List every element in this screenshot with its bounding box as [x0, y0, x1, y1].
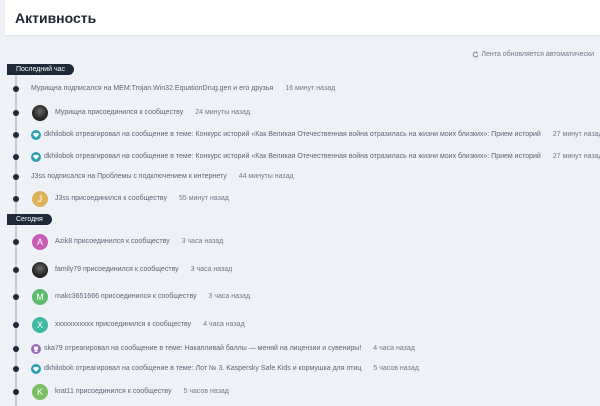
activity-line: ska79 отреагировал на сообщение в теме: …: [44, 344, 415, 354]
activity-text[interactable]: Azik8 присоединился к сообществу: [55, 238, 170, 245]
activity-item: Мурищна присоединился к сообществу 24 мин…: [0, 104, 600, 122]
activity-item: Mmakc3651666 присоединился к сообществу 3…: [0, 288, 600, 306]
timeline-dot: [13, 294, 19, 300]
activity-time: 5 часов назад: [373, 365, 419, 372]
activity-text[interactable]: J3ss присоединился к сообществу: [55, 195, 167, 202]
timeline-dot: [13, 322, 19, 328]
heart-reaction-icon: [31, 364, 41, 374]
timeline-dot: [13, 196, 19, 202]
activity-time: 3 часа назад: [190, 266, 233, 273]
activity-line: Мурищна подписался на MEM:Trojan.Win32.E…: [31, 84, 335, 94]
activity-line: J3ss присоединился к сообществу 55 минут …: [55, 194, 229, 204]
activity-item: family79 присоединился к сообществу 3 час…: [0, 261, 600, 279]
activity-item: A Azik8 присоединился к сообществу 3 часа …: [0, 233, 600, 251]
activity-text[interactable]: makc3651666 присоединился к сообществу: [55, 293, 197, 300]
activity-time: 55 минут назад: [178, 195, 229, 202]
activity-item: dkhilobok отреагировал на сообщение в те…: [0, 126, 600, 144]
activity-line: dkhilobok отреагировал на сообщение в те…: [44, 364, 419, 374]
auto-refresh-notice: Лента обновляется автоматически: [472, 51, 594, 58]
activity-time: 44 минуты назад: [238, 173, 294, 180]
activity-text[interactable]: family79 присоединился к сообществу: [55, 266, 179, 273]
page-header: Активность: [5, 0, 600, 36]
avatar[interactable]: K: [32, 384, 48, 400]
activity-time: 16 минут назад: [285, 85, 336, 92]
activity-line: dkhilobok отреагировал на сообщение в те…: [44, 130, 600, 140]
activity-line: Azik8 присоединился к сообществу 3 часа н…: [55, 237, 223, 247]
activity-time: 3 часа назад: [208, 293, 251, 300]
timeline-dot: [13, 366, 19, 372]
activity-item: dkhilobok отреагировал на сообщение в те…: [0, 360, 600, 378]
timeline-dot: [13, 239, 19, 245]
timeline-dot: [13, 389, 19, 395]
activity-time: 27 минут назад: [552, 153, 600, 160]
activity-item: J J3ss присоединился к сообществу 55 минут…: [0, 190, 600, 208]
timeline-dot: [13, 110, 19, 116]
activity-line: xxxxxxxxxxx присоединился к сообществу 4 …: [55, 320, 245, 330]
avatar[interactable]: X: [32, 317, 48, 333]
refresh-icon: [473, 51, 479, 58]
avatar[interactable]: M: [32, 289, 48, 305]
page-title: Активность: [15, 10, 97, 26]
activity-item: ska79 отреагировал на сообщение в теме: …: [0, 340, 600, 358]
activity-item: Kkrat11 присоединился к сообществу 5 часо…: [0, 383, 600, 401]
timeline-dot: [13, 346, 19, 352]
avatar[interactable]: A: [32, 234, 48, 250]
activity-text[interactable]: dkhilobok отреагировал на сообщение в те…: [44, 365, 361, 372]
timeline-dot: [13, 86, 19, 92]
activity-line: dkhilobok отреагировал на сообщение в те…: [44, 152, 600, 162]
timeline-dot: [13, 267, 19, 273]
timeline-dot: [13, 174, 19, 180]
activity-line: family79 присоединился к сообществу 3 час…: [55, 265, 232, 275]
activity-text[interactable]: Мурищна присоединился к сообществу: [55, 109, 183, 116]
activity-text[interactable]: ska79 отреагировал на сообщение в теме: …: [44, 345, 361, 352]
timeline-dot: [13, 132, 19, 138]
activity-line: J3ss подписался на Проблемы с подключени…: [31, 172, 294, 182]
activity-line: Мурищна присоединился к сообществу 24 мин…: [55, 108, 250, 118]
activity-line: krat11 присоединился к сообществу 5 часов…: [55, 387, 229, 397]
activity-item: J3ss подписался на Проблемы с подключени…: [0, 168, 600, 186]
heart-reaction-icon: [31, 152, 41, 162]
activity-time: 3 часа назад: [181, 238, 224, 245]
activity-text[interactable]: xxxxxxxxxxx присоединился к сообществу: [55, 321, 191, 328]
avatar[interactable]: [32, 105, 48, 121]
activity-item: Xxxxxxxxxxxx присоединился к сообществу 4…: [0, 316, 600, 334]
activity-time: 24 минуты назад: [195, 109, 251, 116]
avatar[interactable]: [32, 262, 48, 278]
section-label-today: Сегодня: [7, 214, 52, 225]
activity-time: 4 часа назад: [373, 345, 415, 352]
activity-text[interactable]: J3ss подписался на Проблемы с подключени…: [31, 173, 227, 180]
trophy-reaction-icon: [31, 344, 41, 354]
section-label-last-hour: Последний час: [7, 64, 75, 75]
avatar[interactable]: J: [32, 191, 48, 207]
activity-time: 4 часа назад: [203, 321, 245, 328]
activity-text[interactable]: dkhilobok отреагировал на сообщение в те…: [44, 131, 541, 138]
activity-item: dkhilobok отреагировал на сообщение в те…: [0, 148, 600, 166]
activity-text[interactable]: Мурищна подписался на MEM:Trojan.Win32.E…: [31, 85, 273, 92]
activity-line: makc3651666 присоединился к сообществу 3 …: [55, 292, 250, 302]
activity-time: 5 часов назад: [183, 388, 229, 395]
activity-item: Мурищна подписался на MEM:Trojan.Win32.E…: [0, 80, 600, 98]
activity-text[interactable]: krat11 присоединился к сообществу: [55, 388, 172, 395]
timeline-dot: [13, 154, 19, 160]
activity-text[interactable]: dkhilobok отреагировал на сообщение в те…: [44, 153, 541, 160]
auto-refresh-label: Лента обновляется автоматически: [481, 51, 594, 58]
heart-reaction-icon: [31, 130, 41, 140]
activity-time: 27 минут назад: [552, 131, 600, 138]
